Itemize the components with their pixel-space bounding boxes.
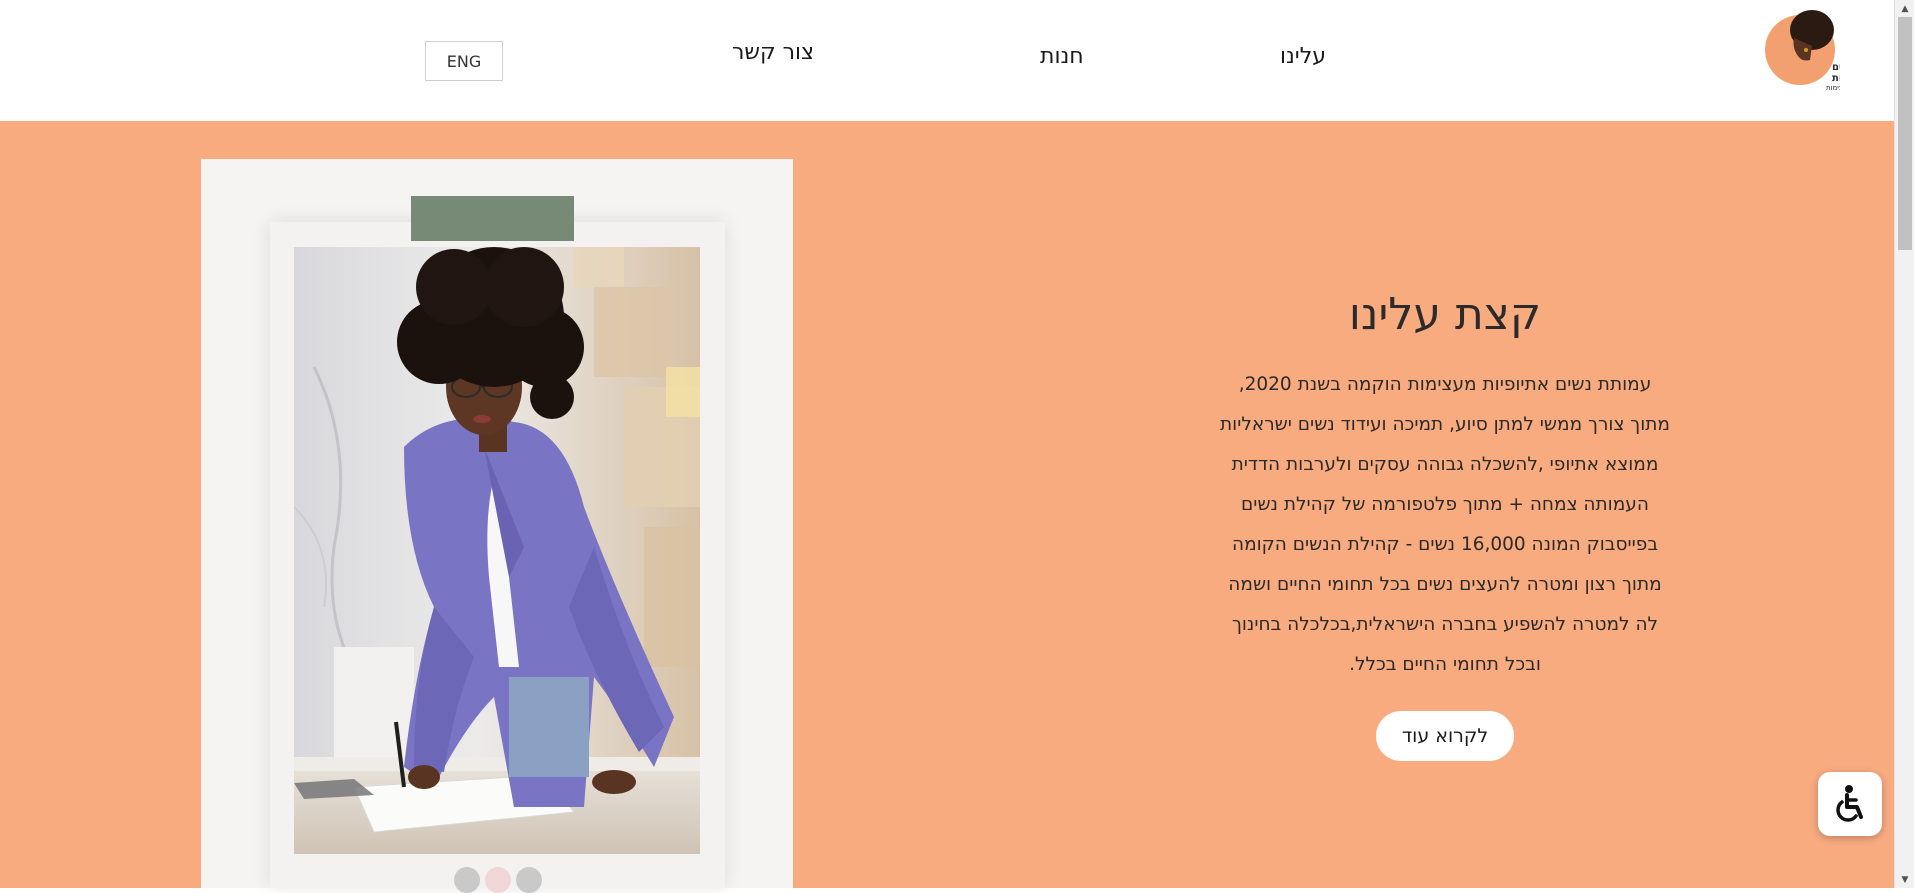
nav-about[interactable]: עלינו: [1280, 44, 1326, 69]
logo-text-line3: מעצימות: [1826, 84, 1840, 92]
scroll-up-arrow-icon[interactable]: ▲: [1895, 0, 1914, 17]
logo-text-line1: נשים: [1832, 62, 1840, 73]
gallery-dots: [454, 867, 542, 893]
read-more-button[interactable]: לקרוא עוד: [1376, 711, 1514, 761]
page-scrollbar[interactable]: ▲ ▼: [1894, 0, 1914, 888]
hero-section: קצת עלינו עמותת נשים אתיופיות מעצימות הו…: [0, 121, 1894, 893]
accessibility-button[interactable]: [1818, 772, 1882, 836]
site-header: נשים אתיופיות מעצימות עלינו חנות צור קשר…: [0, 0, 1894, 121]
gallery-dot-2[interactable]: [485, 867, 511, 893]
nav-contact[interactable]: צור קשר: [732, 40, 814, 65]
scroll-thumb[interactable]: [1898, 17, 1912, 250]
about-title: קצת עלינו: [1348, 289, 1542, 340]
logo-text-line2: אתיופיות: [1832, 73, 1840, 84]
photo-tab-decoration: [411, 196, 574, 241]
site-logo[interactable]: נשים אתיופיות מעצימות: [1764, 6, 1872, 94]
gallery-dot-1[interactable]: [454, 867, 480, 893]
photo-illustration: [294, 247, 700, 854]
nav-shop[interactable]: חנות: [1040, 44, 1084, 69]
scroll-down-arrow-icon[interactable]: ▼: [1895, 871, 1914, 888]
wheelchair-icon: [1836, 785, 1863, 822]
image-card: [201, 159, 793, 893]
language-toggle-button[interactable]: ENG: [425, 41, 503, 81]
about-body-text: עמותת נשים אתיופיות מעצימות הוקמה בשנת 2…: [1220, 374, 1670, 675]
woman-writing-photo: [294, 247, 700, 854]
gallery-dot-3[interactable]: [516, 867, 542, 893]
logo-icon: נשים אתיופיות מעצימות: [1765, 10, 1872, 92]
